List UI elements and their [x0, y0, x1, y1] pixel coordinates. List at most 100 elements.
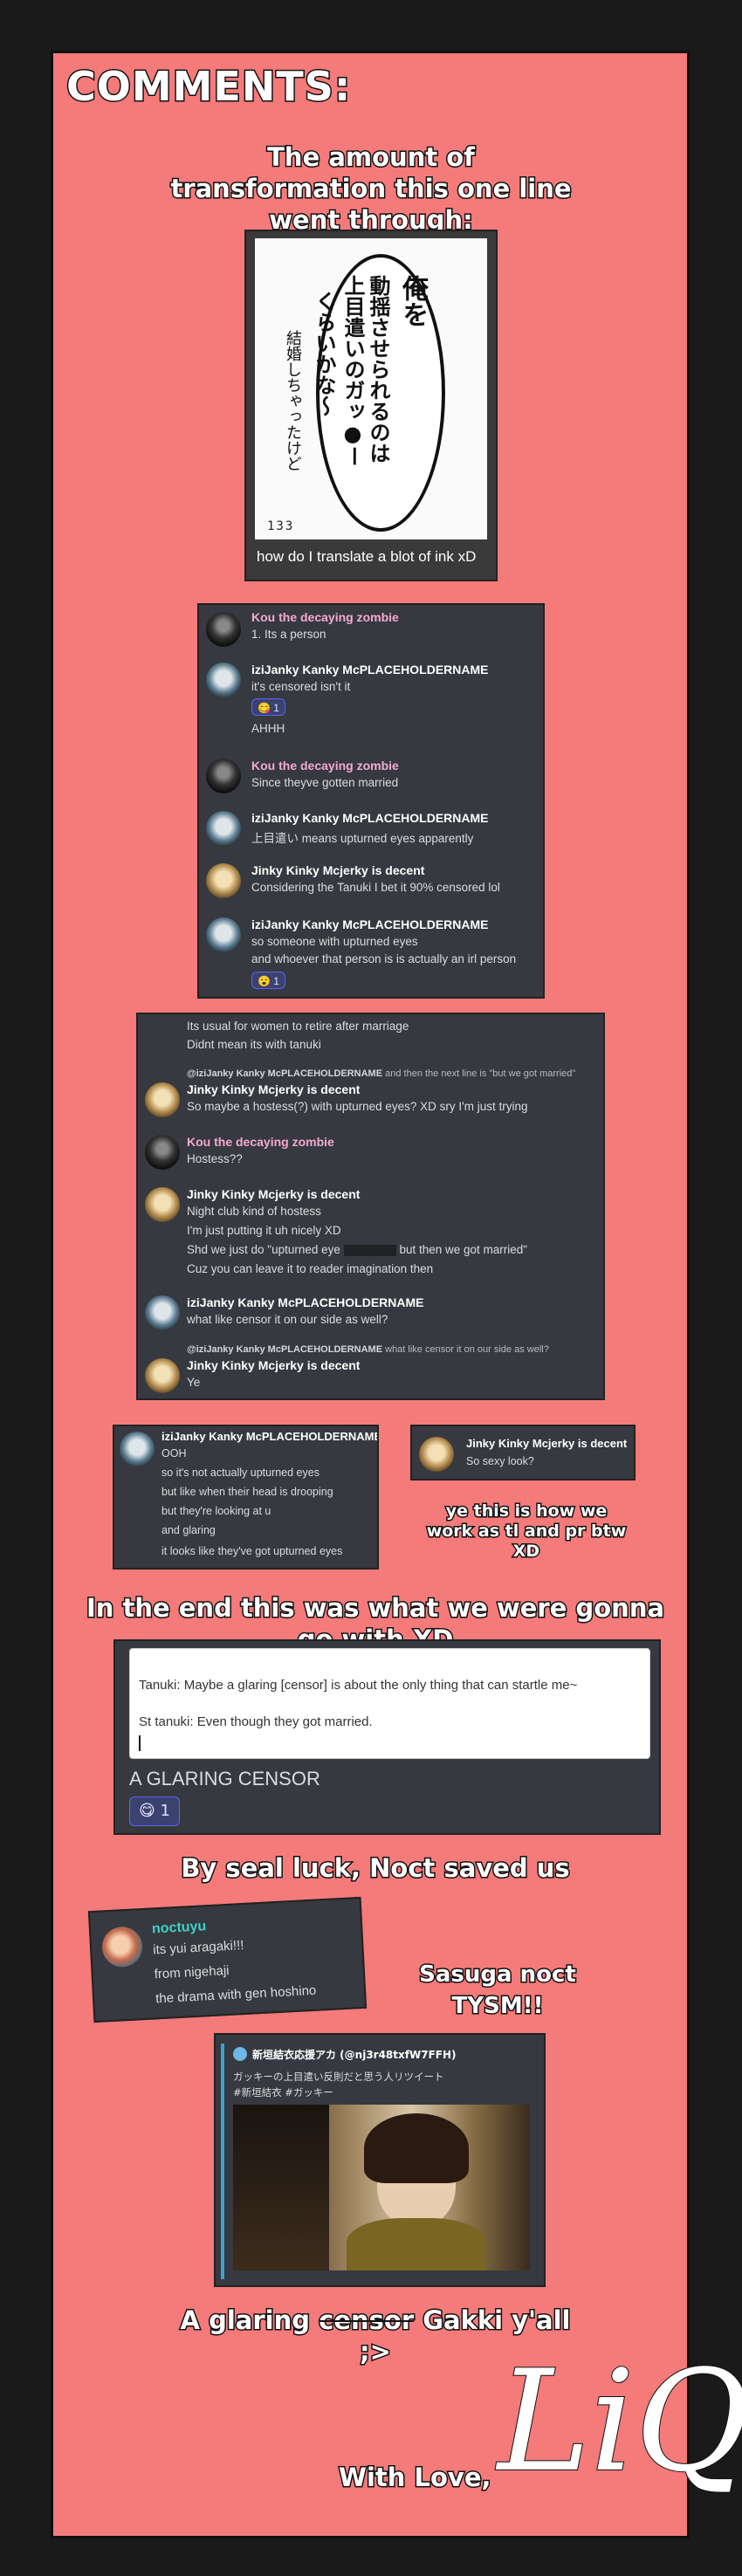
- comments-heading: COMMENTS:: [65, 62, 352, 112]
- reaction-button[interactable]: 😋 1: [129, 1796, 180, 1826]
- avatar: [419, 1437, 454, 1472]
- reply-reference: @iziJanky Kanky McPLACEHOLDERNAME what l…: [187, 1344, 549, 1355]
- username: Jinky Kinky Mcjerky is decent: [187, 1358, 361, 1372]
- avatar: [145, 1135, 180, 1170]
- message-text: So sexy look?: [466, 1455, 534, 1467]
- message-text: 1. Its a person: [251, 628, 326, 641]
- message-text: its yui aragaki!!!: [152, 1938, 244, 1958]
- manga-text-1: 俺を: [397, 275, 428, 327]
- manga-screenshot: 俺を 動揺させられるのは 上目遣いのガッ●ー くらいかな〜 結婚しちゃったけど …: [244, 230, 498, 581]
- twitter-icon: [233, 2047, 247, 2061]
- tl-screenshot: Tanuki: Maybe a glaring [censor] is abou…: [113, 1639, 661, 1835]
- avatar: [206, 663, 241, 697]
- message-text: so someone with upturned eyes: [251, 935, 418, 948]
- emoji-icon: 😮: [258, 975, 274, 987]
- message-text: it looks like they've got upturned eyes: [161, 1545, 343, 1557]
- reaction-count: 1: [160, 1802, 170, 1820]
- chat-screenshot-4: Jinky Kinky Mcjerky is decent So sexy lo…: [410, 1425, 636, 1480]
- chat-screenshot-1: Kou the decaying zombie 1. Its a person …: [197, 603, 545, 999]
- message-text: but they're looking at u: [161, 1505, 271, 1517]
- reaction-count: 1: [273, 975, 279, 987]
- message-text: what like censor it on our side as well?: [187, 1313, 388, 1326]
- username: iziJanky Kanky McPLACEHOLDERNAME: [251, 663, 489, 677]
- avatar: [145, 1187, 180, 1222]
- reaction-button[interactable]: 😮 1: [251, 972, 285, 989]
- message-text: I'm just putting it uh nicely XD: [187, 1224, 341, 1237]
- message-text: AHHH: [251, 722, 285, 735]
- manga-text-5: 結婚しちゃったけど: [284, 330, 302, 471]
- message-text: so it's not actually upturned eyes: [161, 1467, 319, 1479]
- message-text: Ye: [187, 1376, 201, 1389]
- tweet-text-2: #新垣結衣 #ガッキー: [233, 2086, 333, 2099]
- message-text: Shd we just do "upturned eye but then we…: [187, 1243, 528, 1256]
- message-text: Considering the Tanuki I bet it 90% cens…: [251, 881, 500, 894]
- username: Kou the decaying zombie: [187, 1135, 334, 1149]
- username: iziJanky Kanky McPLACEHOLDERNAME: [161, 1430, 379, 1443]
- message-text: from nigehaji: [154, 1962, 230, 1982]
- username: iziJanky Kanky McPLACEHOLDERNAME: [251, 811, 489, 825]
- message-text: So maybe a hostess(?) with upturned eyes…: [187, 1100, 528, 1113]
- photo-figure-body: [347, 2218, 486, 2270]
- strikethrough-word: censor: [318, 2305, 416, 2337]
- message-text: Since theyve gotten married: [251, 776, 399, 789]
- avatar: [206, 759, 241, 793]
- message-text: Cuz you can leave it to reader imaginati…: [187, 1262, 434, 1275]
- username: Jinky Kinky Mcjerky is decent: [466, 1437, 628, 1450]
- tl-title: A GLARING CENSOR: [129, 1768, 320, 1789]
- username: Jinky Kinky Mcjerky is decent: [187, 1187, 361, 1201]
- tweet-photo[interactable]: [233, 2105, 530, 2270]
- noct-screenshot: noctuyu its yui aragaki!!! from nigehaji…: [87, 1896, 368, 2023]
- message-text: but like when their head is drooping: [161, 1486, 333, 1498]
- signature: LiQ: [497, 2339, 742, 2504]
- avatar: [145, 1082, 180, 1117]
- embed-accent-bar: [221, 2044, 224, 2279]
- tweet-account[interactable]: 新垣結衣応援アカ (@nj3r48txfW7FFH): [252, 2047, 457, 2062]
- reply-reference: @iziJanky Kanky McPLACEHOLDERNAME and th…: [187, 1068, 576, 1079]
- avatar: [120, 1432, 155, 1467]
- username: Jinky Kinky Mcjerky is decent: [251, 863, 425, 877]
- message-text: the drama with gen hoshino: [155, 1982, 317, 2007]
- avatar: [145, 1295, 180, 1330]
- message-text: Night club kind of hostess: [187, 1205, 321, 1218]
- chat-screenshot-2: Its usual for women to retire after marr…: [136, 1013, 605, 1400]
- photo-figure-left: [233, 2105, 329, 2270]
- emoji-icon: 😋: [258, 702, 274, 714]
- page-number: 133: [267, 519, 295, 533]
- photo-figure-hair: [364, 2113, 469, 2183]
- message-text: and glaring: [161, 1524, 216, 1536]
- editor-line-1: Tanuki: Maybe a glaring [censor] is abou…: [139, 1678, 578, 1693]
- text-cursor: [139, 1735, 141, 1751]
- username: iziJanky Kanky McPLACEHOLDERNAME: [187, 1295, 424, 1309]
- message-text: Its usual for women to retire after marr…: [187, 1020, 409, 1033]
- message-text: 上目遣い means upturned eyes apparently: [251, 832, 474, 845]
- manga-page: 俺を 動揺させられるのは 上目遣いのガッ●ー くらいかな〜 結婚しちゃったけど …: [255, 238, 487, 539]
- text-editor[interactable]: Tanuki: Maybe a glaring [censor] is abou…: [129, 1648, 650, 1759]
- sasuga-caption: Sasuga noct TYSM!!: [418, 1961, 578, 2021]
- username: Kou the decaying zombie: [251, 610, 399, 624]
- message-text: and whoever that person is is actually a…: [251, 952, 517, 965]
- emoji-icon: 😋: [139, 1802, 161, 1820]
- chat-screenshot-3: iziJanky Kanky McPLACEHOLDERNAME OOH so …: [113, 1425, 379, 1570]
- avatar: [206, 612, 241, 647]
- tweet-text-1: ガッキーの上目遣い反則だと思う人リツイート: [233, 2071, 444, 2083]
- avatar: [206, 917, 241, 952]
- seal-caption: By seal luck, Noct saved us: [180, 1852, 571, 1885]
- manga-text-3: 上目遣いのガッ●ー: [340, 275, 365, 467]
- message-text: Hostess??: [187, 1152, 243, 1165]
- username: Jinky Kinky Mcjerky is decent: [187, 1082, 361, 1096]
- reaction-button[interactable]: 😋 1: [251, 698, 285, 716]
- username: Kou the decaying zombie: [251, 759, 399, 773]
- reaction-count: 1: [273, 702, 279, 714]
- message-text: Didnt mean its with tanuki: [187, 1038, 321, 1051]
- avatar: [206, 811, 241, 846]
- message-text: it's censored isn't it: [251, 680, 351, 693]
- manga-text-4: くらいかな〜: [312, 291, 336, 416]
- manga-caption: how do I translate a blot of ink xD: [257, 548, 477, 565]
- tweet-embed: 新垣結衣応援アカ (@nj3r48txfW7FFH) ガッキーの上目遣い反則だと…: [214, 2033, 546, 2287]
- intro-caption: The amount of transformation this one li…: [169, 141, 573, 237]
- username: iziJanky Kanky McPLACEHOLDERNAME: [251, 917, 489, 931]
- avatar: [100, 1926, 144, 1968]
- avatar: [145, 1358, 180, 1393]
- editor-line-2: St tanuki: Even though they got married.: [139, 1714, 373, 1729]
- redaction-bar: [343, 1244, 396, 1256]
